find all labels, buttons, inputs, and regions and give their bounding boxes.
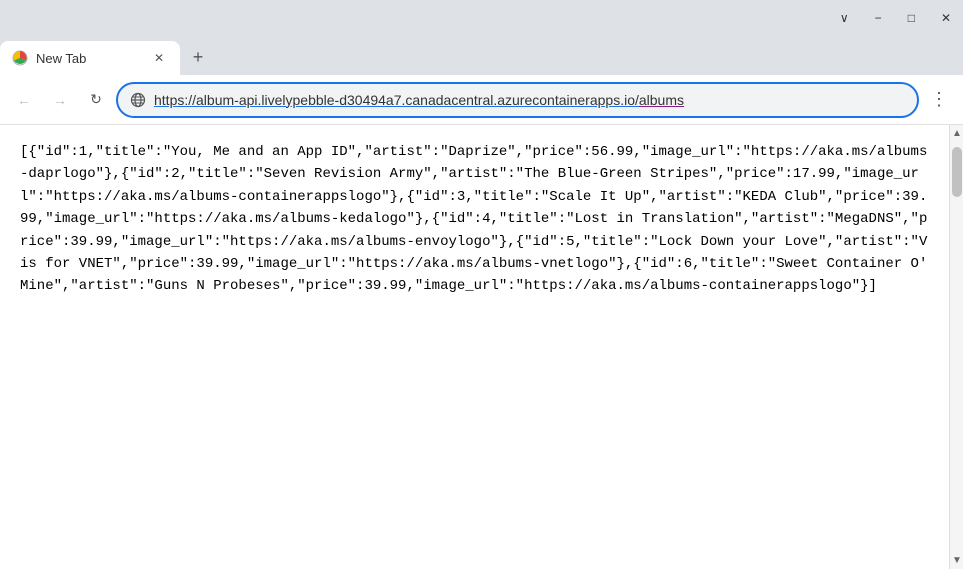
menu-dots-icon: ⋮ <box>930 89 948 110</box>
tab-favicon <box>12 50 28 66</box>
close-btn[interactable]: ✕ <box>937 9 955 27</box>
vertical-scrollbar[interactable]: ▲ ▼ <box>949 125 963 569</box>
maximize-btn[interactable]: □ <box>904 9 919 27</box>
window-controls: ∨ − □ ✕ <box>836 9 955 27</box>
reload-icon: ↻ <box>90 91 102 108</box>
chevron-down-btn[interactable]: ∨ <box>836 9 853 27</box>
content-area: [{"id":1,"title":"You, Me and an App ID"… <box>0 125 963 569</box>
tab-close-btn[interactable]: ✕ <box>150 49 168 67</box>
url-display: https://album-api.livelypebble-d30494a7.… <box>154 92 905 108</box>
forward-icon: → <box>53 92 67 108</box>
tab-bar: New Tab ✕ + <box>0 35 963 75</box>
url-base: https://album-api.livelypebble-d30494a7.… <box>154 92 639 108</box>
security-icon <box>130 92 146 108</box>
active-tab[interactable]: New Tab ✕ <box>0 41 180 75</box>
tab-title: New Tab <box>36 51 142 66</box>
scroll-down-arrow[interactable]: ▼ <box>950 552 963 569</box>
reload-button[interactable]: ↻ <box>80 84 112 116</box>
minimize-btn[interactable]: − <box>871 9 886 27</box>
browser-menu-button[interactable]: ⋮ <box>923 84 955 116</box>
url-path: albums <box>639 92 684 108</box>
scroll-up-arrow[interactable]: ▲ <box>950 125 963 142</box>
new-tab-button[interactable]: + <box>184 43 212 71</box>
address-bar[interactable]: https://album-api.livelypebble-d30494a7.… <box>116 82 919 118</box>
back-icon: ← <box>17 92 31 108</box>
nav-bar: ← → ↻ https://album-api.livelypebble-d30… <box>0 75 963 125</box>
scroll-track[interactable] <box>950 142 963 552</box>
scroll-thumb[interactable] <box>952 147 962 197</box>
forward-button[interactable]: → <box>44 84 76 116</box>
page-content: [{"id":1,"title":"You, Me and an App ID"… <box>0 125 949 569</box>
title-bar: ∨ − □ ✕ <box>0 0 963 35</box>
back-button[interactable]: ← <box>8 84 40 116</box>
